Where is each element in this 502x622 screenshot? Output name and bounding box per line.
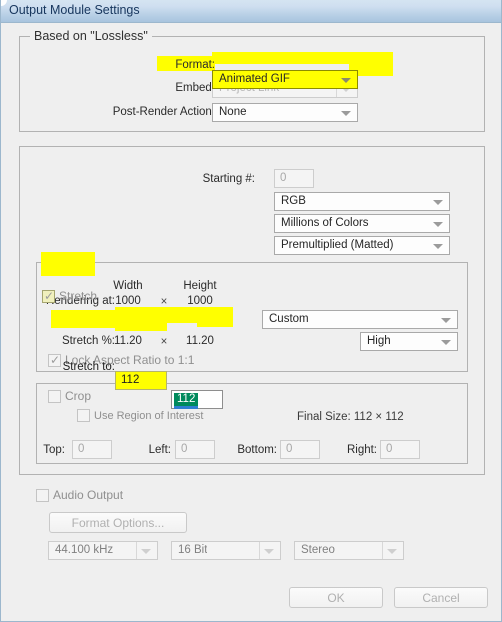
stretch-percent-height: 11.20 xyxy=(186,335,214,347)
video-output-group-legend-gap xyxy=(30,139,120,141)
chevron-down-icon xyxy=(433,244,443,249)
checkbox-box xyxy=(36,488,49,502)
checkmark-icon: ✓ xyxy=(44,288,55,303)
stretch-to-width-input[interactable]: 112 xyxy=(115,371,167,390)
chevron-down-icon xyxy=(341,78,351,83)
embed-label: Embed: xyxy=(175,82,215,94)
crop-right-label: Right: xyxy=(346,444,377,456)
titlebar-corner-shape xyxy=(1,0,7,6)
based-on-group-legend: Based on "Lossless" xyxy=(30,29,152,43)
dialog-titlebar[interactable]: Output Module Settings xyxy=(1,0,501,23)
audio-bit-depth-divider xyxy=(259,542,260,559)
chevron-down-icon xyxy=(441,318,451,323)
stretch-percent-width: 11.20 xyxy=(114,335,142,347)
depth-dropdown-value: Millions of Colors xyxy=(281,217,369,229)
crop-right-value: 0 xyxy=(386,443,393,455)
starting-number-value: 0 xyxy=(280,172,287,184)
audio-bit-depth-dropdown[interactable]: 16 Bit xyxy=(171,541,281,560)
crop-checkbox[interactable]: Crop xyxy=(48,389,91,403)
audio-output-checkbox[interactable]: Audio Output xyxy=(36,488,123,502)
stretch-checkbox[interactable]: ✓ Stretch xyxy=(42,288,501,303)
crop-checkbox-label: Crop xyxy=(65,389,92,403)
stretch-to-height-input[interactable]: 112 xyxy=(171,390,223,409)
stretch-group-legend-gap xyxy=(41,255,115,257)
final-size-text: Final Size: 112 × 112 xyxy=(297,411,404,423)
crop-group-legend-gap xyxy=(41,376,115,378)
starting-number-input[interactable]: 0 xyxy=(274,169,314,188)
depth-dropdown[interactable]: Millions of Colors xyxy=(274,214,450,233)
chevron-down-icon xyxy=(387,549,397,554)
stretch-to-label: Stretch to: xyxy=(62,361,115,373)
audio-sample-rate-divider xyxy=(136,542,137,559)
audio-output-label: Audio Output xyxy=(53,488,124,502)
crop-top-label: Top: xyxy=(43,444,65,456)
chevron-down-icon xyxy=(433,222,443,227)
audio-sample-rate-value: 44.100 kHz xyxy=(55,544,114,556)
audio-channels-dropdown[interactable]: Stereo xyxy=(294,541,404,560)
crop-bottom-value: 0 xyxy=(286,443,293,455)
chevron-down-icon xyxy=(433,200,443,205)
post-render-action-dropdown[interactable]: None xyxy=(212,103,358,122)
format-dropdown-value: Animated GIF xyxy=(219,73,290,85)
checkbox-box xyxy=(77,409,90,422)
stretch-to-width-value: 112 xyxy=(121,374,140,386)
output-module-settings-dialog: Output Module Settings Based on "Lossles… xyxy=(0,0,502,622)
audio-sample-rate-dropdown[interactable]: 44.100 kHz xyxy=(48,541,158,560)
crop-bottom-label: Bottom: xyxy=(237,444,277,456)
stretch-preset-value: Custom xyxy=(269,313,309,325)
post-render-action-label: Post-Render Action: xyxy=(112,106,215,118)
starting-number-label: Starting #: xyxy=(202,173,255,185)
format-label: Format: xyxy=(175,59,215,71)
use-region-of-interest-label: Use Region of Interest xyxy=(94,409,204,422)
audio-channels-value: Stereo xyxy=(301,544,335,556)
stretch-to-height-value: 112 xyxy=(174,393,199,409)
format-options-button[interactable]: Format Options... xyxy=(49,512,187,533)
ok-button[interactable]: OK xyxy=(289,587,383,608)
chevron-down-icon xyxy=(141,549,151,554)
channels-dropdown[interactable]: RGB xyxy=(274,192,450,211)
audio-bit-depth-value: 16 Bit xyxy=(178,544,208,556)
chevron-down-icon xyxy=(341,111,351,116)
stretch-quality-value: High xyxy=(367,335,391,347)
crop-top-value: 0 xyxy=(78,443,85,455)
cancel-button[interactable]: Cancel xyxy=(394,587,488,608)
crop-right-input[interactable]: 0 xyxy=(380,440,420,459)
format-dropdown[interactable]: Animated GIF xyxy=(212,70,358,89)
chevron-down-icon xyxy=(441,340,451,345)
stretch-checkbox-label: Stretch xyxy=(59,289,98,303)
checkbox-box xyxy=(48,389,61,403)
channels-dropdown-value: RGB xyxy=(281,195,306,207)
stretch-preset-dropdown[interactable]: Custom xyxy=(262,310,458,329)
use-region-of-interest-checkbox[interactable]: Use Region of Interest xyxy=(77,409,203,422)
dialog-title: Output Module Settings xyxy=(9,3,140,17)
stretch-percent-times: × xyxy=(160,336,168,348)
crop-bottom-input[interactable]: 0 xyxy=(280,440,320,459)
color-dropdown[interactable]: Premultiplied (Matted) xyxy=(274,236,450,255)
crop-left-value: 0 xyxy=(181,443,188,455)
audio-channels-divider xyxy=(382,542,383,559)
color-dropdown-value: Premultiplied (Matted) xyxy=(281,239,394,251)
crop-left-label: Left: xyxy=(148,444,171,456)
crop-top-input[interactable]: 0 xyxy=(72,440,112,459)
checkbox-box: ✓ xyxy=(42,288,55,303)
crop-left-input[interactable]: 0 xyxy=(175,440,215,459)
post-render-action-value: None xyxy=(219,106,247,118)
stretch-quality-dropdown[interactable]: High xyxy=(360,332,458,351)
chevron-down-icon xyxy=(264,549,274,554)
